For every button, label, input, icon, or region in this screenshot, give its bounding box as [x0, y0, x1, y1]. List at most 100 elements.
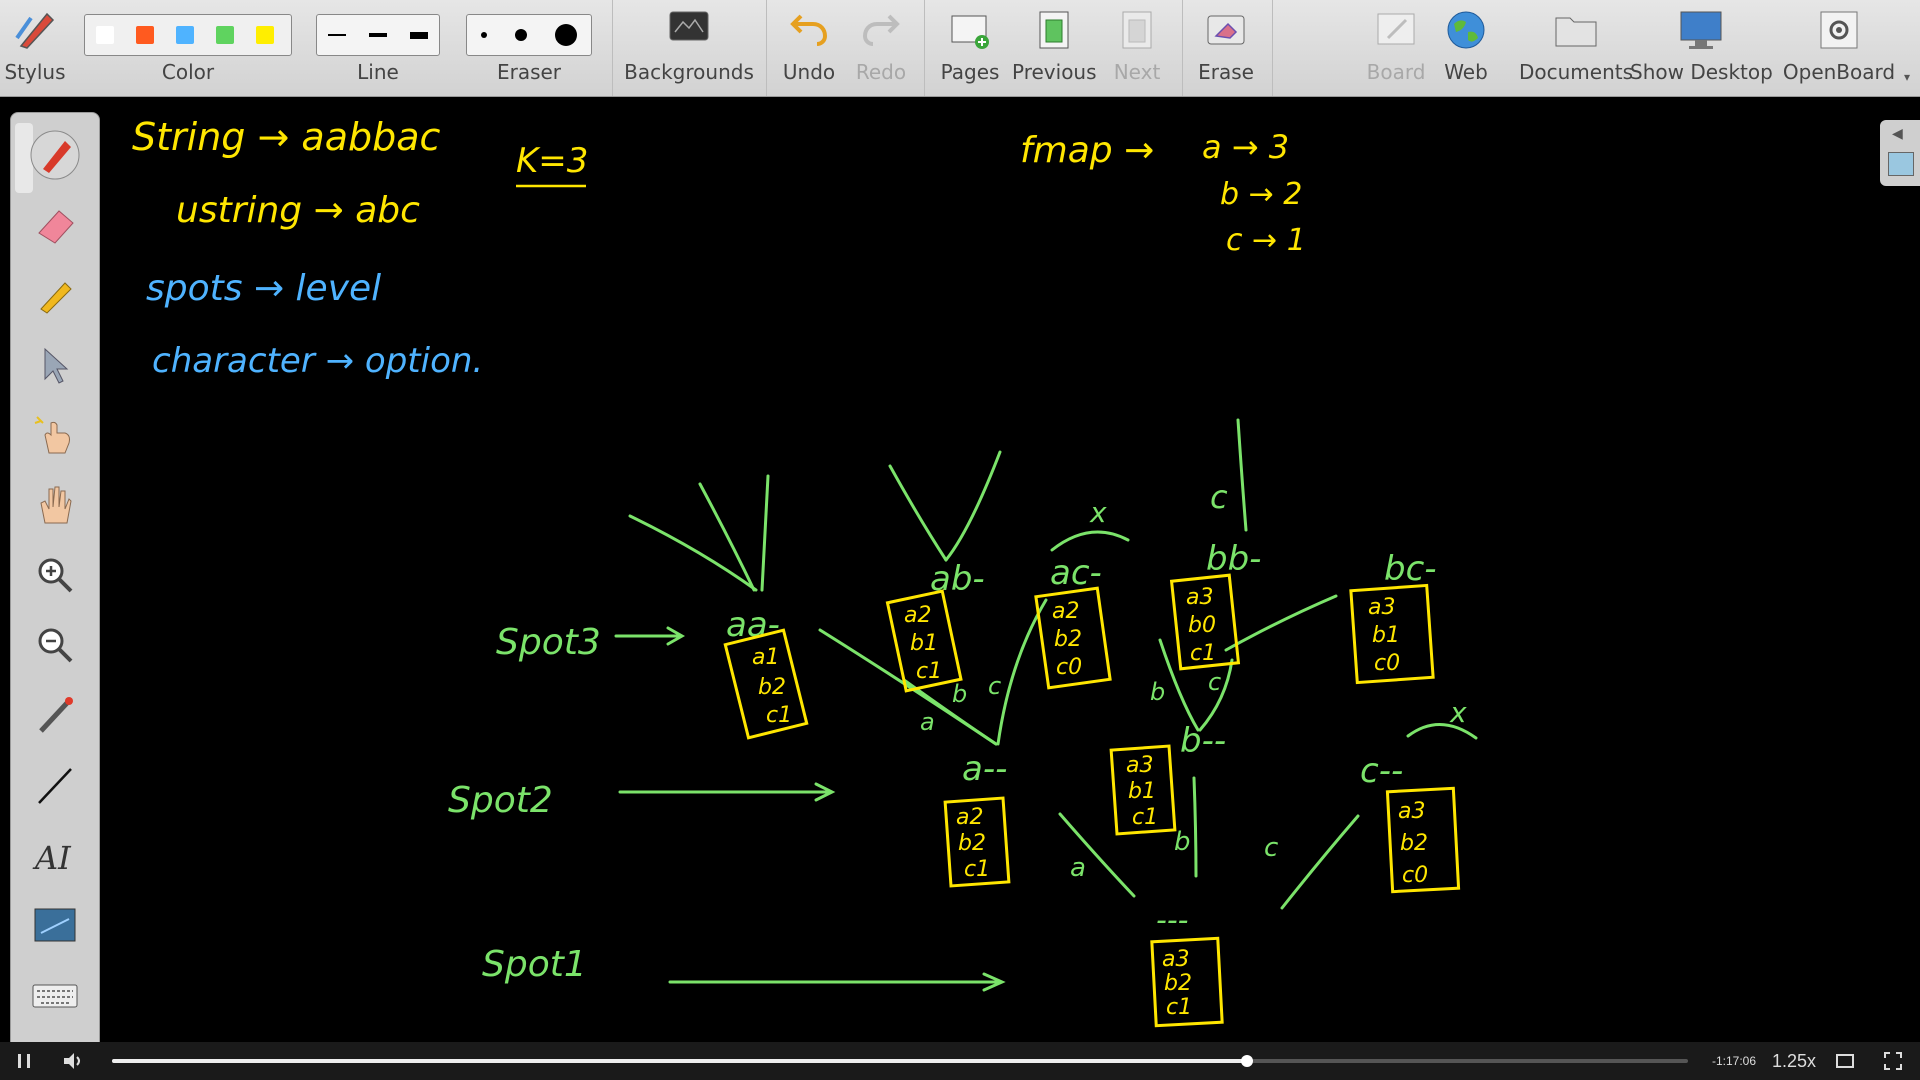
highlighter-icon[interactable]: [29, 269, 81, 321]
previous-button[interactable]: Previous: [1012, 0, 1097, 96]
eraser-large-icon[interactable]: [555, 24, 577, 46]
node-a-label: a--: [962, 749, 1007, 789]
svg-text:a1: a1: [752, 645, 779, 670]
keyboard-icon[interactable]: [29, 969, 81, 1021]
count-box-ac: a2 b2 c0: [1034, 586, 1112, 690]
erase-button[interactable]: Erase: [1190, 0, 1262, 96]
line-medium-icon[interactable]: [368, 33, 387, 37]
selector-arrow-icon[interactable]: [29, 339, 81, 391]
node-ac-label: ac-: [1050, 553, 1102, 593]
svg-text:a2: a2: [956, 805, 983, 830]
color-palette[interactable]: [84, 14, 292, 56]
svg-text:b2: b2: [958, 831, 986, 856]
fmap-a: a → 3: [1202, 128, 1289, 166]
zoom-out-icon[interactable]: [29, 619, 81, 671]
svg-text:c: c: [1264, 833, 1278, 863]
globe-icon: [1447, 11, 1485, 49]
backgrounds-button[interactable]: Backgrounds: [622, 0, 756, 96]
line-tool[interactable]: Line: [316, 0, 440, 96]
count-box-c: a3 b2 c0: [1385, 786, 1461, 894]
openboard-label: OpenBoard: [1782, 60, 1896, 84]
node-c-label: c--: [1360, 751, 1403, 791]
fmap-c: c → 1: [1226, 223, 1306, 258]
undo-icon: [790, 14, 828, 46]
show-desktop-button[interactable]: Show Desktop: [1630, 0, 1773, 96]
svg-text:b: b: [1174, 827, 1191, 857]
next-button[interactable]: Next: [1102, 0, 1172, 96]
video-player-bar: -1:17:06 1.25x: [0, 1042, 1920, 1080]
svg-text:a3: a3: [1398, 799, 1425, 824]
redo-button[interactable]: Redo: [848, 0, 914, 96]
chevron-down-icon[interactable]: ▾: [1904, 70, 1910, 84]
cross-mark-ac: x: [1089, 496, 1107, 529]
swatch-orange[interactable]: [136, 26, 154, 44]
playback-speed[interactable]: 1.25x: [1772, 1051, 1816, 1072]
line-thick-icon[interactable]: [409, 31, 428, 39]
next-label: Next: [1113, 60, 1161, 84]
pages-add-icon: [951, 15, 989, 49]
pause-icon[interactable]: [18, 1054, 30, 1068]
stylus-tool[interactable]: Stylus: [0, 0, 70, 96]
svg-text:a3: a3: [1186, 585, 1213, 610]
zoom-in-icon[interactable]: [29, 549, 81, 601]
color-tool[interactable]: Color: [82, 0, 294, 96]
volume-icon[interactable]: [62, 1051, 84, 1071]
line-width-selector[interactable]: [316, 14, 440, 56]
documents-button[interactable]: Documents: [1506, 0, 1646, 96]
undo-button[interactable]: Undo: [776, 0, 842, 96]
line-icon[interactable]: [29, 759, 81, 811]
pen-icon[interactable]: [29, 129, 81, 181]
string-note: String → aabbac: [132, 115, 441, 159]
eraser-tool[interactable]: Eraser: [466, 0, 592, 96]
undo-label: Undo: [782, 60, 836, 84]
board-label: Board: [1366, 60, 1426, 84]
redo-label: Redo: [855, 60, 907, 84]
line-label: Line: [357, 60, 399, 84]
spot3-label: Spot3: [496, 622, 601, 663]
pages-button[interactable]: Pages: [934, 0, 1006, 96]
swatch-white[interactable]: [96, 26, 114, 44]
progress-knob[interactable]: [1240, 1055, 1253, 1067]
gear-icon: [1820, 11, 1858, 49]
spots-note: spots → level: [146, 268, 381, 309]
hand-pan-icon[interactable]: [29, 479, 81, 531]
next-page-icon: [1122, 11, 1152, 49]
svg-text:b2: b2: [758, 675, 786, 700]
eraser-icon[interactable]: [29, 199, 81, 251]
swatch-green[interactable]: [216, 26, 234, 44]
text-icon[interactable]: AI: [29, 829, 81, 881]
progress-fill: [112, 1059, 1247, 1063]
whiteboard-canvas[interactable]: String → aabbac ustring → abc K=3 fmap →…: [98, 97, 1920, 1042]
eraser-small-icon[interactable]: [481, 32, 487, 38]
svg-text:b: b: [952, 680, 967, 708]
openboard-menu-button[interactable]: OpenBoard: [1780, 0, 1898, 96]
board-button[interactable]: Board: [1364, 0, 1428, 96]
count-box-aa: a1 b2 c1: [723, 628, 809, 740]
web-button[interactable]: Web: [1434, 0, 1498, 96]
laser-pointer-icon[interactable]: [29, 689, 81, 741]
swatch-yellow[interactable]: [256, 26, 274, 44]
interact-hand-icon[interactable]: [29, 409, 81, 461]
svg-text:b: b: [1150, 678, 1165, 706]
svg-text:b2: b2: [1164, 971, 1192, 996]
line-thin-icon[interactable]: [328, 34, 347, 36]
board-icon: [1377, 13, 1415, 45]
pages-label: Pages: [940, 60, 1000, 84]
previous-label: Previous: [1012, 60, 1097, 84]
fmap-b: b → 2: [1220, 177, 1302, 212]
documents-label: Documents: [1518, 60, 1634, 84]
eraser-size-selector[interactable]: [466, 14, 592, 56]
folder-icon: [1555, 17, 1597, 47]
node-root-label: ---: [1156, 903, 1188, 938]
svg-text:b1: b1: [1372, 623, 1400, 648]
picture-in-picture-icon[interactable]: [1836, 1054, 1854, 1068]
fullscreen-icon[interactable]: [1884, 1052, 1902, 1070]
capture-icon[interactable]: [29, 899, 81, 951]
eraser-medium-icon[interactable]: [515, 29, 527, 41]
cross-mark-c: x: [1449, 696, 1467, 729]
svg-text:c1: c1: [766, 703, 792, 728]
progress-track[interactable]: [112, 1055, 1688, 1067]
svg-text:b1: b1: [910, 631, 938, 656]
show-desktop-label: Show Desktop: [1630, 60, 1773, 84]
swatch-blue[interactable]: [176, 26, 194, 44]
